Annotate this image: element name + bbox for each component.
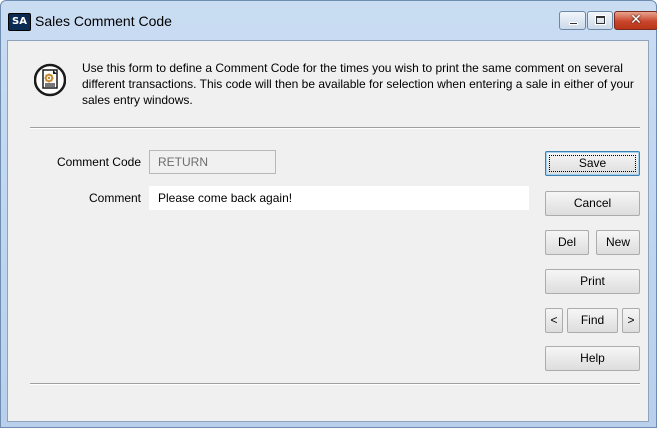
maximize-icon	[596, 16, 605, 24]
new-button[interactable]: New	[596, 230, 640, 255]
comment-code-label: Comment Code	[56, 155, 141, 169]
separator-bottom	[30, 383, 640, 385]
help-button[interactable]: Help	[545, 346, 640, 371]
form-description: Use this form to define a Comment Code f…	[82, 61, 634, 107]
close-button[interactable]: ✕	[614, 11, 657, 30]
save-button[interactable]: Save	[545, 151, 640, 176]
separator-top	[30, 127, 640, 129]
comment-label: Comment	[88, 191, 141, 205]
next-button[interactable]: >	[622, 308, 640, 333]
maximize-button[interactable]	[587, 11, 613, 30]
close-icon: ✕	[630, 12, 642, 28]
minimize-button[interactable]	[559, 11, 586, 30]
delete-button[interactable]: Del	[545, 230, 589, 255]
sa-app-icon: SA	[8, 13, 31, 31]
document-gear-icon	[34, 63, 66, 97]
print-button[interactable]: Print	[545, 269, 640, 294]
comment-field[interactable]	[149, 186, 529, 210]
comment-code-field[interactable]	[149, 150, 276, 174]
previous-button[interactable]: <	[545, 308, 563, 333]
minimize-icon	[569, 22, 578, 25]
cancel-button[interactable]: Cancel	[545, 191, 640, 216]
save-button-label: Save	[578, 156, 607, 170]
title-bar[interactable]: SA Sales Comment Code ✕	[1, 1, 657, 34]
window-title: Sales Comment Code	[35, 13, 172, 29]
find-button[interactable]: Find	[567, 308, 618, 333]
